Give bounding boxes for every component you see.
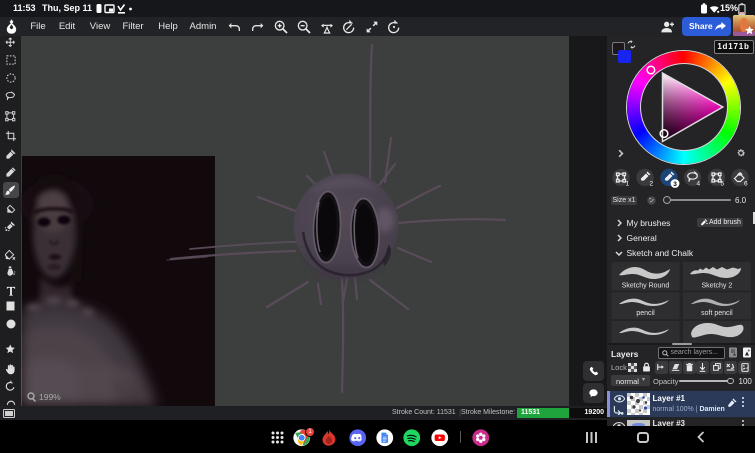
svg-text:Sketchy 2: Sketchy 2	[702, 282, 733, 289]
svg-text:4: 4	[697, 181, 701, 188]
svg-text:pencil: pencil	[636, 310, 655, 317]
svg-text:1: 1	[626, 181, 630, 188]
svg-text:3: 3	[673, 181, 677, 188]
svg-text:Sketchy Round: Sketchy Round	[622, 282, 670, 289]
svg-text:6: 6	[744, 181, 748, 188]
svg-text:5: 5	[721, 181, 725, 188]
svg-text:soft pencil: soft pencil	[701, 310, 733, 317]
svg-text:2: 2	[650, 181, 654, 188]
svg-text:199%: 199%	[39, 392, 61, 402]
